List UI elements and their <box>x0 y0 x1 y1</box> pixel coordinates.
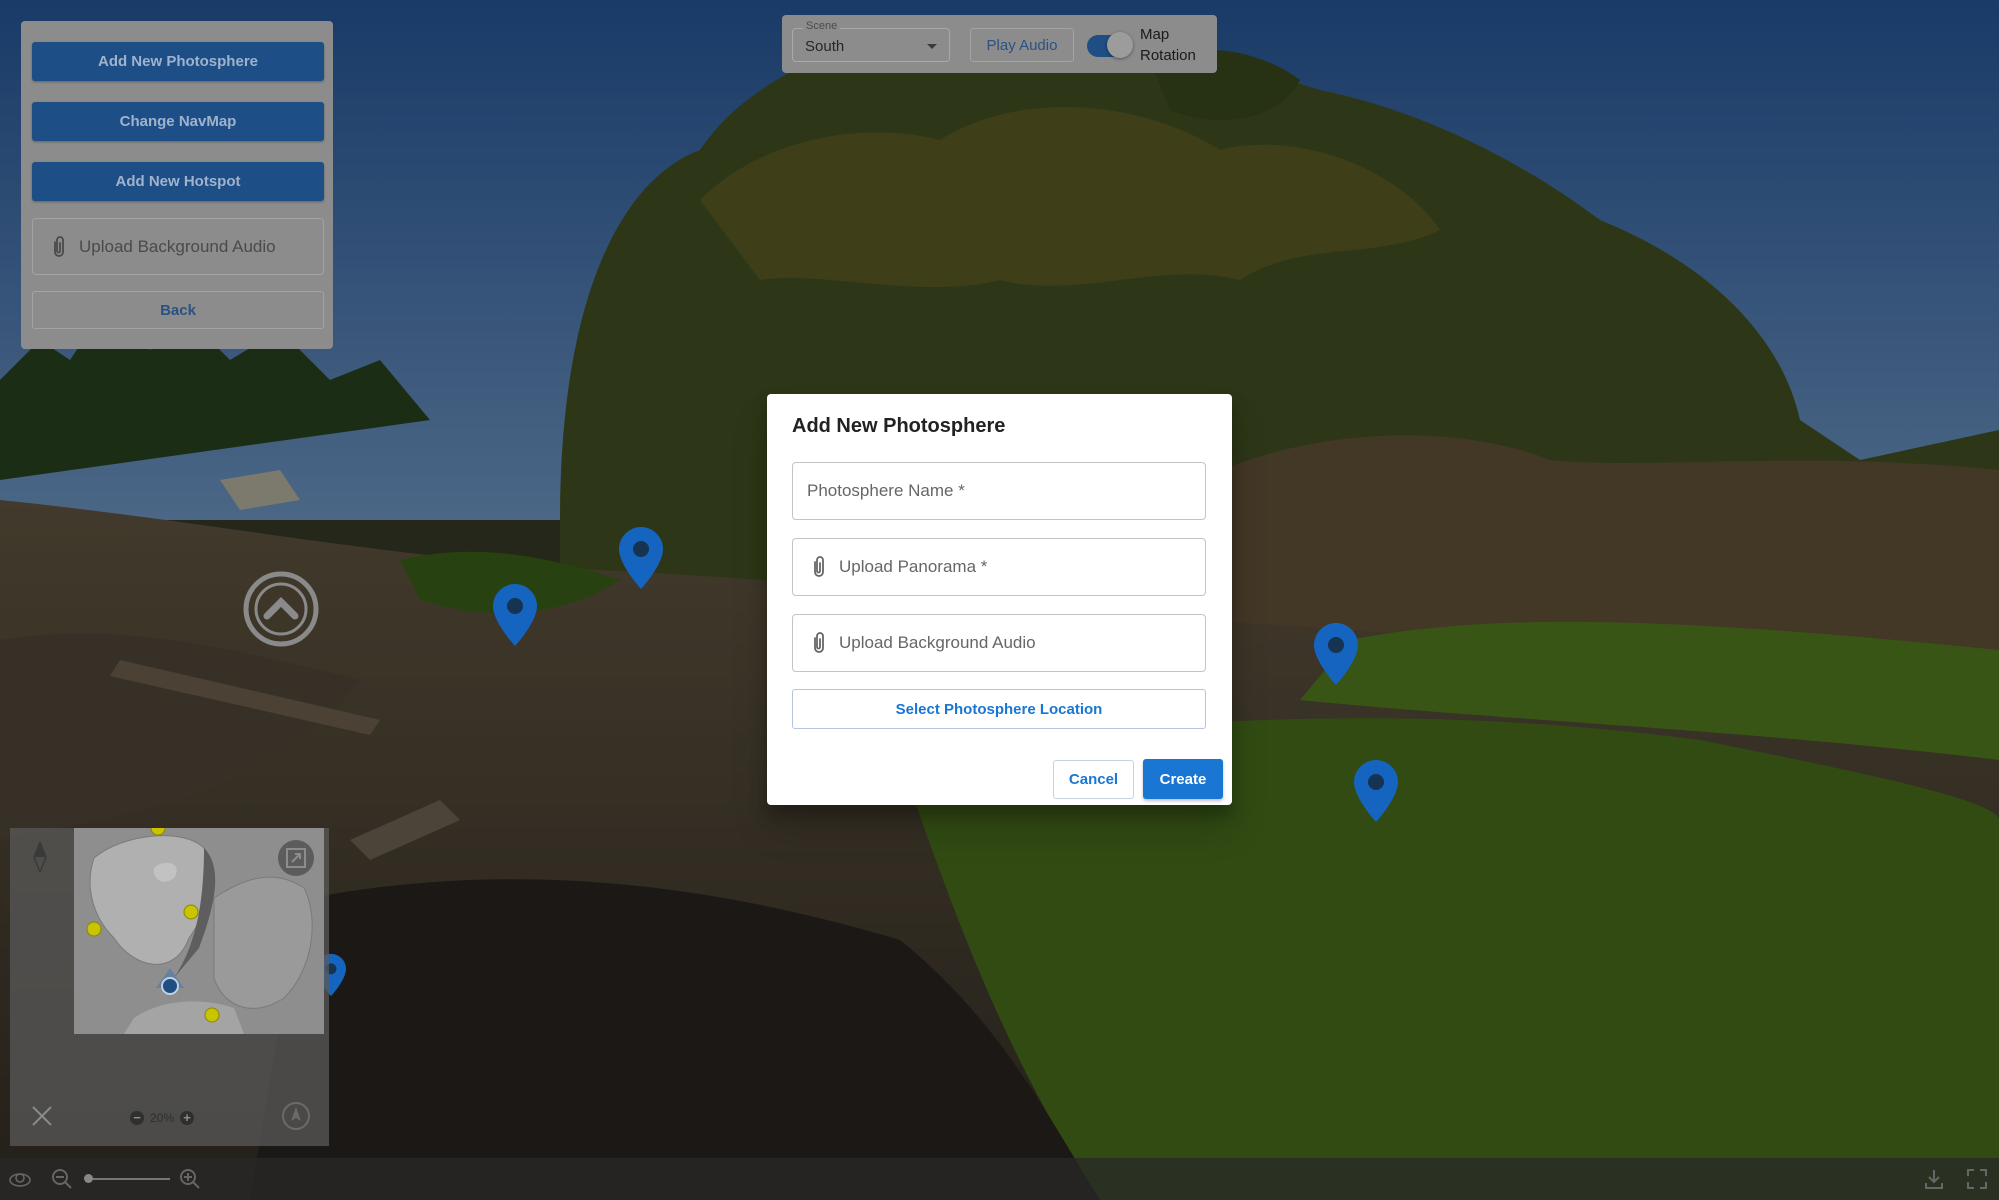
add-hotspot-button[interactable]: Add New Hotspot <box>32 162 324 201</box>
add-photosphere-button[interactable]: Add New Photosphere <box>32 42 324 81</box>
hotspot-marker-icon[interactable] <box>1354 760 1398 822</box>
map-zoom-out-icon[interactable]: − <box>130 1111 144 1125</box>
photosphere-name-placeholder: Photosphere Name * <box>807 481 965 500</box>
zoom-slider-handle[interactable] <box>84 1174 93 1183</box>
scene-select-label: Scene <box>803 20 841 32</box>
upload-audio-field[interactable]: Upload Background Audio <box>32 218 324 275</box>
scene-select-value: South <box>805 38 845 55</box>
zoom-in-icon[interactable] <box>178 1167 202 1191</box>
hotspot-marker-icon[interactable] <box>1314 623 1358 685</box>
upload-background-audio-field[interactable]: Upload Background Audio <box>792 614 1206 672</box>
expand-map-button[interactable] <box>278 840 314 876</box>
create-button[interactable]: Create <box>1143 759 1223 799</box>
map-zoom-in-icon[interactable]: + <box>180 1111 195 1125</box>
select-location-button[interactable]: Select Photosphere Location <box>792 689 1206 729</box>
change-navmap-button[interactable]: Change NavMap <box>32 102 324 141</box>
toggle-thumb <box>1107 32 1133 58</box>
map-zoom-control: − 20% + <box>130 1110 195 1126</box>
play-audio-button[interactable]: Play Audio <box>970 28 1074 62</box>
back-button[interactable]: Back <box>32 291 324 329</box>
paperclip-icon <box>814 556 824 577</box>
paperclip-icon <box>814 632 824 653</box>
chevron-down-icon <box>927 44 937 49</box>
photosphere-name-input[interactable]: Photosphere Name * <box>792 462 1206 520</box>
compass-icon[interactable] <box>30 842 50 872</box>
map-rotation-label-line1: Map <box>1140 26 1170 43</box>
locate-icon[interactable] <box>280 1100 312 1132</box>
close-icon[interactable] <box>30 1104 54 1128</box>
autorotate-icon[interactable] <box>8 1167 32 1191</box>
scene-select[interactable]: Scene South <box>792 20 950 62</box>
scene-toolbar: Scene South Play Audio Map Rotation <box>782 15 1217 73</box>
viewer-navbar <box>0 1158 1999 1200</box>
download-icon[interactable] <box>1922 1167 1946 1191</box>
upload-audio-label: Upload Background Audio <box>79 236 276 256</box>
dialog-title: Add New Photosphere <box>792 415 1006 437</box>
paperclip-icon <box>54 235 64 257</box>
upload-panorama-placeholder: Upload Panorama * <box>839 557 988 576</box>
hotspot-marker-icon[interactable] <box>619 527 663 589</box>
add-photosphere-dialog: Add New Photosphere Photosphere Name * U… <box>767 394 1232 805</box>
zoom-slider[interactable] <box>86 1178 170 1180</box>
map-rotation-label: Map Rotation <box>1140 24 1210 66</box>
upload-panorama-field[interactable]: Upload Panorama * <box>792 538 1206 596</box>
map-zoom-level: 20% <box>150 1111 175 1125</box>
expand-icon <box>286 848 306 868</box>
edit-panel: Add New Photosphere Change NavMap Add Ne… <box>21 21 333 349</box>
zoom-out-icon[interactable] <box>50 1167 74 1191</box>
map-rotation-label-line2: Rotation <box>1140 47 1196 64</box>
map-rotation-toggle[interactable] <box>1087 31 1133 59</box>
minimap: − 20% + <box>10 828 329 1146</box>
upload-background-audio-placeholder: Upload Background Audio <box>839 633 1036 652</box>
cancel-button[interactable]: Cancel <box>1053 760 1134 799</box>
navigation-arrow-icon[interactable] <box>242 570 320 648</box>
fullscreen-icon[interactable] <box>1965 1167 1989 1191</box>
hotspot-marker-icon[interactable] <box>493 584 537 646</box>
